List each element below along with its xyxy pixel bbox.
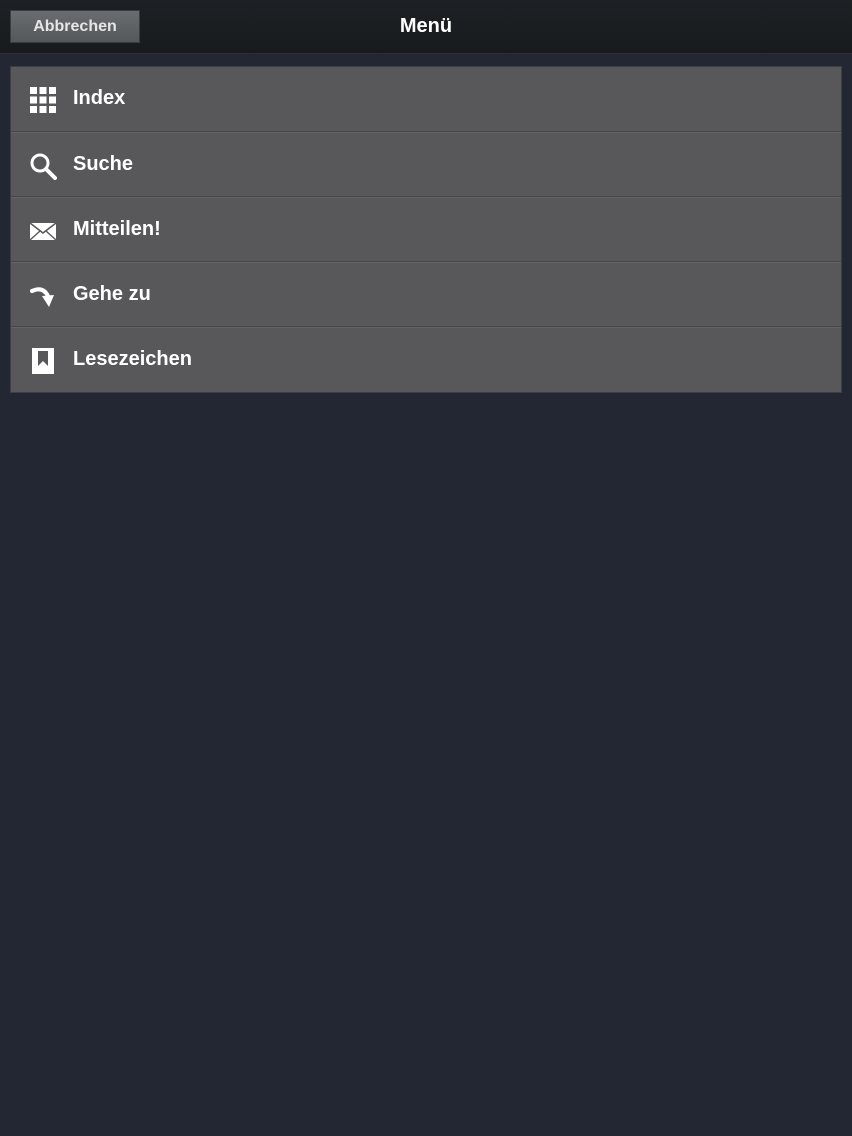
grid-icon xyxy=(29,86,57,114)
menu-item-label: Lesezeichen xyxy=(73,348,192,370)
menu-item-label: Index xyxy=(73,87,126,109)
menu-item-label: Mitteilen! xyxy=(73,218,161,240)
top-bar: Abbrechen Menü xyxy=(0,0,852,54)
bookmark-icon xyxy=(29,347,57,375)
menu-item-mitteilen[interactable]: Mitteilen! xyxy=(11,197,841,262)
curved-arrow-icon xyxy=(29,282,57,310)
menu-list: Index Suche Mitteilen! Gehe zu Lesezeich… xyxy=(10,66,842,393)
page-title: Menü xyxy=(399,15,453,37)
menu-item-gehe-zu[interactable]: Gehe zu xyxy=(11,262,841,327)
menu-item-label: Suche xyxy=(73,153,134,175)
menu-item-suche[interactable]: Suche xyxy=(11,132,841,197)
menu-item-index[interactable]: Index xyxy=(11,67,841,132)
envelope-icon xyxy=(29,217,57,245)
menu-item-lesezeichen[interactable]: Lesezeichen xyxy=(11,327,841,392)
menu-item-label: Gehe zu xyxy=(73,283,151,305)
search-icon xyxy=(29,152,57,180)
